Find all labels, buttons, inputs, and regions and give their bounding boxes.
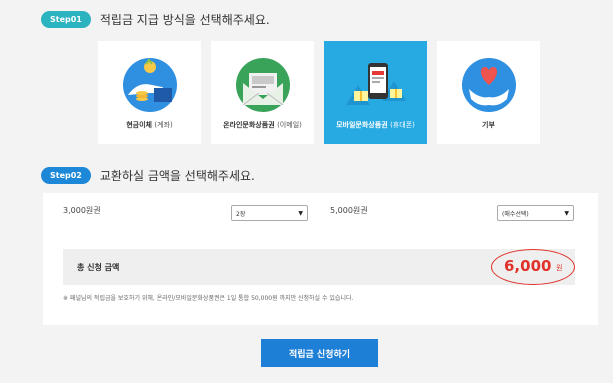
option-mobile-giftcard[interactable]: 모바일문화상품권 (휴대폰) xyxy=(324,41,427,144)
step1-header: Step01 적립금 지급 방식을 선택해주세요. xyxy=(41,11,270,28)
select-value: (매수선택) xyxy=(502,210,529,218)
option-cash-transfer[interactable]: 현금이체 (계좌) xyxy=(98,41,201,144)
step1-badge: Step01 xyxy=(41,11,91,28)
select-value: 2장 xyxy=(236,210,246,218)
payout-method-options: 현금이체 (계좌) 온라인문화상품권 (이메일) 모바일문화상품권 (휴대폰) … xyxy=(98,41,540,144)
limit-note: ※ 패널님의 적립금을 보호하기 위해, 온라인/모바일문화상품권은 1일 통합… xyxy=(63,295,354,302)
step1-title: 적립금 지급 방식을 선택해주세요. xyxy=(99,13,270,27)
option-online-giftcard[interactable]: 온라인문화상품권 (이메일) xyxy=(211,41,314,144)
total-amount: 6,000 xyxy=(504,257,552,275)
envelope-giftcard-icon xyxy=(233,55,293,115)
step2-header: Step02 교환하실 금액을 선택해주세요. xyxy=(41,167,255,184)
voucher-5000-label: 5,000원권 xyxy=(330,206,368,215)
total-label: 총 신청 금액 xyxy=(77,263,120,272)
option-label: 현금이체 (계좌) xyxy=(126,121,173,129)
donation-heart-icon xyxy=(459,55,519,115)
total-box: 총 신청 금액 6,000 원 xyxy=(63,249,575,285)
chevron-down-icon: ▼ xyxy=(564,209,569,217)
mobile-giftcard-icon xyxy=(345,55,406,115)
voucher-3000-label: 3,000원권 xyxy=(63,206,101,215)
step2-badge: Step02 xyxy=(41,167,91,184)
total-unit: 원 xyxy=(556,264,563,272)
option-label: 온라인문화상품권 (이메일) xyxy=(223,121,302,129)
apply-button[interactable]: 적립금 신청하기 xyxy=(261,339,378,367)
voucher-5000-select[interactable]: (매수선택) ▼ xyxy=(497,205,574,221)
option-donation[interactable]: 기부 xyxy=(437,41,540,144)
step2-title: 교환하실 금액을 선택해주세요. xyxy=(99,169,255,183)
option-label: 기부 xyxy=(482,121,495,129)
option-label: 모바일문화상품권 (휴대폰) xyxy=(336,121,415,129)
amount-panel: 3,000원권 2장 ▼ 5,000원권 (매수선택) ▼ 총 신청 금액 6,… xyxy=(43,193,598,325)
cash-transfer-icon xyxy=(120,55,180,115)
chevron-down-icon: ▼ xyxy=(298,209,303,217)
voucher-3000-select[interactable]: 2장 ▼ xyxy=(231,205,308,221)
